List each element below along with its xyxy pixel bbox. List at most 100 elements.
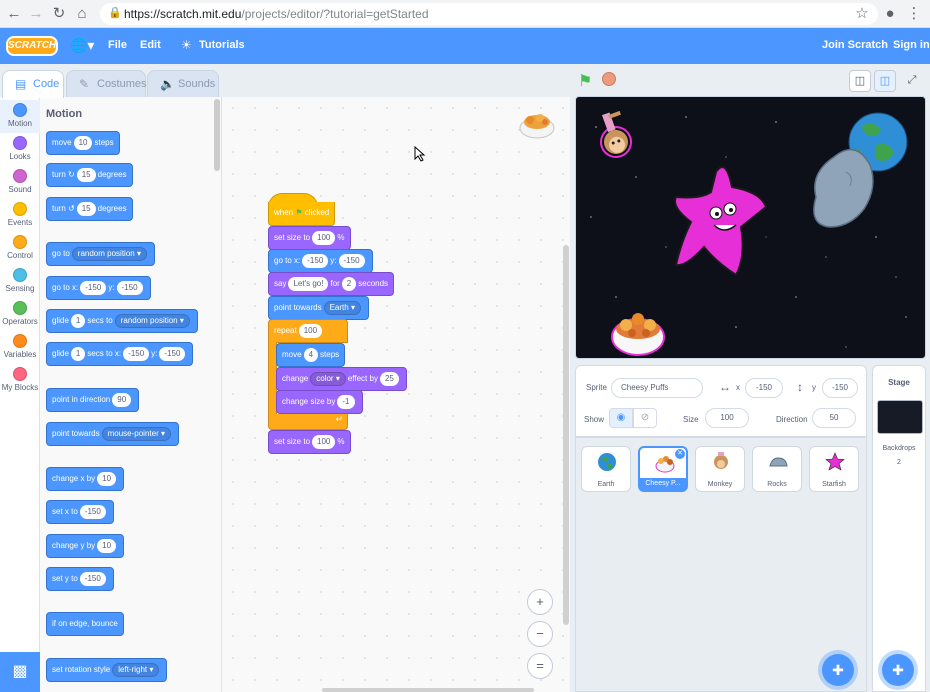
monkey-sprite[interactable]	[592, 109, 636, 162]
block-input[interactable]: -150	[338, 253, 365, 268]
block-input[interactable]: 2	[341, 276, 357, 291]
block-input[interactable]: 90	[112, 392, 132, 407]
block-dropdown[interactable]: Earth ▾	[323, 300, 361, 315]
palette-scrollbar[interactable]	[214, 99, 220, 171]
delete-sprite-icon[interactable]: ✕	[675, 449, 685, 459]
block-input[interactable]: 100	[312, 230, 336, 245]
block-input[interactable]: -150	[79, 504, 106, 519]
workspace-horizontal-scrollbar[interactable]	[322, 688, 534, 692]
palette-turn-left-block[interactable]: turn ↺ 15 degrees	[46, 197, 133, 221]
palette-rotation-style-block[interactable]: set rotation style left-right ▾	[46, 658, 168, 682]
green-flag-button[interactable]: ⚑	[578, 71, 592, 91]
rocks-sprite[interactable]	[813, 148, 874, 228]
when-flag-clicked-block[interactable]: when ⚑ clicked	[268, 202, 336, 226]
category-events[interactable]: Events	[0, 202, 40, 227]
sprite-tile-monkey[interactable]: Monkey	[695, 446, 745, 492]
address-bar[interactable]: 🔒 https://scratch.mit.edu/projects/edito…	[100, 3, 878, 25]
add-extension-button[interactable]: ▩	[0, 652, 40, 692]
block-input[interactable]: Let's go!	[288, 276, 329, 291]
join-scratch-link[interactable]: Join Scratch	[822, 39, 888, 51]
palette-go-to-xy-block[interactable]: go to x: -150 y: -150	[46, 276, 151, 300]
home-icon[interactable]: ⌂	[72, 4, 92, 24]
stop-button[interactable]	[602, 72, 616, 86]
size-input[interactable]: 100	[705, 408, 749, 428]
block-input[interactable]: 100	[298, 323, 323, 338]
block-dropdown[interactable]: color ▾	[310, 371, 346, 386]
block-input[interactable]: 15	[76, 167, 96, 182]
sprite-tile-starfish[interactable]: Starfish	[809, 446, 859, 492]
y-position-input[interactable]: -150	[822, 378, 858, 398]
profile-icon[interactable]: ●	[880, 4, 900, 24]
block-input[interactable]: 10	[97, 538, 117, 553]
tutorials-menu[interactable]: Tutorials	[199, 39, 245, 51]
palette-change-x-block[interactable]: change x by 10	[46, 467, 125, 491]
block-dropdown[interactable]: left-right ▾	[112, 662, 160, 677]
point-towards-block[interactable]: point towards Earth ▾	[268, 296, 369, 320]
set-size-block-end[interactable]: set size to 100%	[268, 430, 351, 454]
block-input[interactable]: -150	[79, 571, 106, 586]
palette-set-y-block[interactable]: set y to -150	[46, 567, 114, 591]
category-control[interactable]: Control	[0, 235, 40, 260]
cheesy-puffs-sprite[interactable]	[611, 313, 665, 356]
edit-menu[interactable]: Edit	[140, 39, 161, 51]
block-input[interactable]: 10	[73, 135, 93, 150]
starfish-sprite[interactable]	[674, 166, 768, 277]
block-input[interactable]: 15	[76, 201, 96, 216]
tab-code[interactable]: ▤ Code	[2, 70, 64, 98]
category-my-blocks[interactable]: My Blocks	[0, 367, 40, 392]
stage-canvas[interactable]	[575, 96, 926, 359]
block-input[interactable]: 1	[70, 346, 86, 361]
tab-costumes[interactable]: ✎ Costumes	[66, 70, 147, 97]
sprite-tile-cheesy-puffs[interactable]: ✕ Cheesy P...	[638, 446, 688, 492]
block-dropdown[interactable]: random position ▾	[114, 313, 190, 328]
category-operators[interactable]: Operators	[0, 301, 40, 326]
zoom-in-button[interactable]: +	[527, 589, 553, 615]
palette-turn-right-block[interactable]: turn ↻ 15 degrees	[46, 163, 133, 187]
palette-move-block[interactable]: move 10 steps	[46, 131, 120, 155]
show-hidden-button[interactable]: ⊘	[633, 408, 657, 428]
palette-bounce-block[interactable]: if on edge, bounce	[46, 612, 124, 636]
scratch-logo[interactable]: SCRATCH	[6, 36, 58, 56]
block-input[interactable]: -150	[116, 280, 143, 295]
reload-icon[interactable]: ↻	[49, 4, 69, 24]
direction-input[interactable]: 50	[812, 408, 856, 428]
sprite-tile-earth[interactable]: Earth	[581, 446, 631, 492]
fullscreen-button[interactable]: ⤢	[901, 70, 923, 92]
choose-sprite-button[interactable]: ✚	[822, 654, 854, 686]
block-dropdown[interactable]: mouse-pointer ▾	[101, 426, 171, 441]
move-steps-block[interactable]: move 4 steps	[276, 343, 346, 367]
say-for-seconds-block[interactable]: say Let's go! for 2 seconds	[268, 272, 395, 296]
zoom-reset-button[interactable]: =	[527, 653, 553, 679]
category-looks[interactable]: Looks	[0, 136, 40, 161]
block-input[interactable]: 10	[97, 471, 117, 486]
stage-target-panel[interactable]: Stage Backdrops 2	[872, 365, 926, 692]
block-input[interactable]: -150	[159, 346, 186, 361]
choose-backdrop-button[interactable]: ✚	[882, 654, 914, 686]
category-motion[interactable]: Motion	[0, 100, 40, 133]
block-input[interactable]: -150	[123, 346, 150, 361]
tab-sounds[interactable]: 🔈 Sounds	[147, 70, 219, 97]
block-input[interactable]: 100	[312, 434, 336, 449]
forward-icon[interactable]: →	[26, 4, 46, 24]
palette-point-direction-block[interactable]: point in direction 90	[46, 388, 140, 412]
block-dropdown[interactable]: random position ▾	[71, 246, 147, 261]
x-position-input[interactable]: -150	[745, 378, 783, 398]
normal-stage-button[interactable]: ◫	[874, 70, 896, 92]
category-variables[interactable]: Variables	[0, 334, 40, 359]
palette-point-towards-block[interactable]: point towards mouse-pointer ▾	[46, 422, 179, 446]
set-size-block[interactable]: set size to 100%	[268, 226, 351, 250]
block-input[interactable]: 1	[70, 313, 86, 328]
show-visible-button[interactable]: ◉	[609, 408, 633, 428]
palette-glide-random-block[interactable]: glide 1 secs to random position ▾	[46, 309, 198, 333]
sign-in-link[interactable]: Sign in	[893, 39, 930, 51]
sprite-name-input[interactable]: Cheesy Puffs	[611, 378, 703, 398]
repeat-block[interactable]: repeat 100	[268, 319, 348, 343]
zoom-out-button[interactable]: −	[527, 621, 553, 647]
category-sound[interactable]: Sound	[0, 169, 40, 194]
change-effect-block[interactable]: change color ▾ effect by 25	[276, 367, 407, 391]
small-stage-button[interactable]: ◫	[849, 70, 871, 92]
palette-glide-xy-block[interactable]: glide 1 secs to x: -150 y: -150	[46, 342, 194, 366]
back-icon[interactable]: ←	[4, 4, 24, 24]
sprite-tile-rocks[interactable]: Rocks	[752, 446, 802, 492]
palette-change-y-block[interactable]: change y by 10	[46, 534, 125, 558]
